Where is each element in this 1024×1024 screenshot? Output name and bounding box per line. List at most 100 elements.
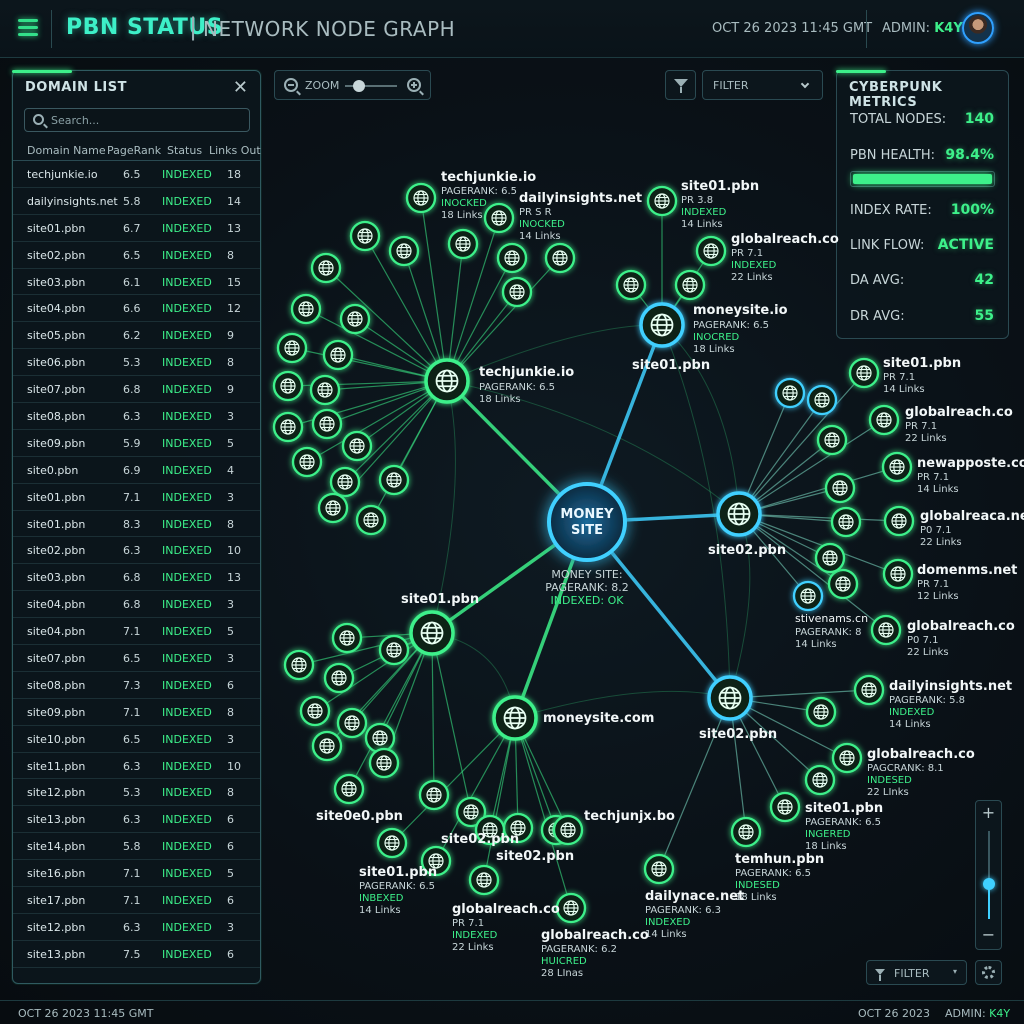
leaf-node[interactable] (405, 182, 437, 214)
hamburger-icon[interactable] (18, 19, 38, 37)
leaf-node[interactable] (831, 742, 863, 774)
hub-node[interactable] (716, 491, 762, 537)
leaf-node[interactable] (339, 303, 371, 335)
leaf-node[interactable] (483, 202, 515, 234)
leaf-node[interactable] (388, 235, 420, 267)
leaf-node[interactable] (853, 674, 885, 706)
bottom-filter-dropdown[interactable]: FILTER ▾ (866, 960, 967, 985)
leaf-node[interactable] (272, 370, 304, 402)
table-row[interactable]: site02.pbn 6.3 INDEXED 10 (13, 537, 260, 565)
leaf-node[interactable] (378, 634, 410, 666)
zoom-out-icon[interactable] (284, 78, 298, 92)
leaf-node[interactable] (646, 185, 678, 217)
avatar[interactable] (962, 12, 994, 44)
table-row[interactable]: site09.pbn 5.9 INDEXED 5 (13, 430, 260, 457)
leaf-node[interactable] (355, 504, 387, 536)
leaf-node[interactable] (276, 332, 308, 364)
search-input[interactable] (51, 112, 241, 128)
table-row[interactable]: site04.pbn 6.6 INDEXED 12 (13, 295, 260, 323)
table-row[interactable]: site01.pbn 6.7 INDEXED 13 (13, 215, 260, 242)
leaf-node[interactable] (290, 293, 322, 325)
table-row[interactable]: site14.pbn 5.8 INDEXED 6 (13, 833, 260, 861)
leaf-node[interactable] (272, 411, 304, 443)
close-icon[interactable]: ✕ (233, 77, 248, 98)
leaf-node[interactable] (774, 377, 806, 409)
leaf-node[interactable] (317, 492, 349, 524)
table-row[interactable]: site03.pbn 6.1 INDEXED 15 (13, 269, 260, 296)
zoom-handle[interactable] (983, 877, 995, 890)
table-row[interactable]: site02.pbn 6.5 INDEXED 8 (13, 242, 260, 269)
leaf-node[interactable] (310, 252, 342, 284)
table-row[interactable]: site11.pbn 6.3 INDEXED 10 (13, 753, 260, 780)
table-row[interactable]: site08.pbn 6.3 INDEXED 3 (13, 403, 260, 430)
table-row[interactable]: site08.pbn 7.3 INDEXED 6 (13, 672, 260, 699)
leaf-node[interactable] (364, 722, 396, 754)
table-row[interactable]: site0.pbn 6.9 INDEXED 4 (13, 457, 260, 484)
zoom-in-icon[interactable] (407, 78, 421, 92)
leaf-node[interactable] (544, 242, 576, 274)
leaf-node[interactable] (376, 827, 408, 859)
leaf-node[interactable] (418, 779, 450, 811)
leaf-node[interactable] (552, 814, 584, 846)
leaf-node[interactable] (804, 764, 836, 796)
column-header-links-out[interactable]: Links Out (209, 144, 261, 157)
leaf-node[interactable] (299, 695, 331, 727)
table-row[interactable]: site13.pbn 6.3 INDEXED 6 (13, 806, 260, 834)
leaf-node[interactable] (695, 235, 727, 267)
hub-node[interactable] (409, 610, 455, 656)
leaf-node[interactable] (555, 892, 587, 924)
leaf-node[interactable] (468, 864, 500, 896)
hub-node[interactable] (639, 302, 685, 348)
table-row[interactable]: dailyinsights.net 5.8 INDEXED 14 (13, 188, 260, 215)
leaf-node[interactable] (769, 791, 801, 823)
leaf-node[interactable] (674, 269, 706, 301)
leaf-node[interactable] (311, 408, 343, 440)
leaf-node[interactable] (792, 580, 824, 612)
leaf-node[interactable] (824, 472, 856, 504)
table-row[interactable]: site16.pbn 7.1 INDEXED 5 (13, 860, 260, 888)
leaf-node[interactable] (323, 662, 355, 694)
table-row[interactable]: site01.pbn 8.3 INDEXED 8 (13, 511, 260, 538)
leaf-node[interactable] (349, 220, 381, 252)
hub-node[interactable] (707, 675, 753, 721)
table-row[interactable]: site12.pbn 5.3 INDEXED 8 (13, 779, 260, 807)
table-row[interactable]: techjunkie.io 6.5 INDEXED 18 (13, 161, 260, 188)
leaf-node[interactable] (882, 558, 914, 590)
table-row[interactable]: site17.pbn 7.1 INDEXED 6 (13, 887, 260, 914)
leaf-node[interactable] (322, 339, 354, 371)
leaf-node[interactable] (331, 622, 363, 654)
table-row[interactable]: site07.pbn 6.8 INDEXED 9 (13, 376, 260, 404)
zoom-in-button[interactable]: + (976, 803, 1001, 822)
table-row[interactable]: site06.pbn 5.3 INDEXED 8 (13, 349, 260, 377)
leaf-node[interactable] (329, 466, 361, 498)
table-row[interactable]: site07.pbn 6.5 INDEXED 3 (13, 645, 260, 672)
leaf-node[interactable] (881, 451, 913, 483)
leaf-node[interactable] (291, 446, 323, 478)
leaf-node[interactable] (827, 568, 859, 600)
column-header-pagerank[interactable]: PageRank (107, 144, 161, 157)
leaf-node[interactable] (814, 542, 846, 574)
leaf-node[interactable] (643, 853, 675, 885)
leaf-node[interactable] (806, 384, 838, 416)
leaf-node[interactable] (730, 816, 762, 848)
leaf-node[interactable] (883, 505, 915, 537)
leaf-node[interactable] (868, 404, 900, 436)
table-row[interactable]: site04.pbn 7.1 INDEXED 5 (13, 618, 260, 646)
filter-dropdown[interactable]: FILTER (702, 70, 823, 100)
column-header-domain[interactable]: Domain Name (27, 144, 106, 157)
leaf-node[interactable] (816, 424, 848, 456)
table-row[interactable]: site05.pbn 6.2 INDEXED 9 (13, 322, 260, 350)
zoom-out-button[interactable]: − (976, 925, 1001, 944)
leaf-node[interactable] (501, 276, 533, 308)
leaf-node[interactable] (805, 696, 837, 728)
table-row[interactable]: site04.pbn 6.8 INDEXED 3 (13, 591, 260, 619)
leaf-node[interactable] (870, 614, 902, 646)
leaf-node[interactable] (309, 374, 341, 406)
money-site-node[interactable]: MONEYSITE (547, 482, 627, 562)
leaf-node[interactable] (283, 649, 315, 681)
leaf-node[interactable] (368, 747, 400, 779)
leaf-node[interactable] (447, 228, 479, 260)
leaf-node[interactable] (333, 773, 365, 805)
leaf-node[interactable] (311, 730, 343, 762)
filter-button[interactable] (665, 70, 696, 100)
